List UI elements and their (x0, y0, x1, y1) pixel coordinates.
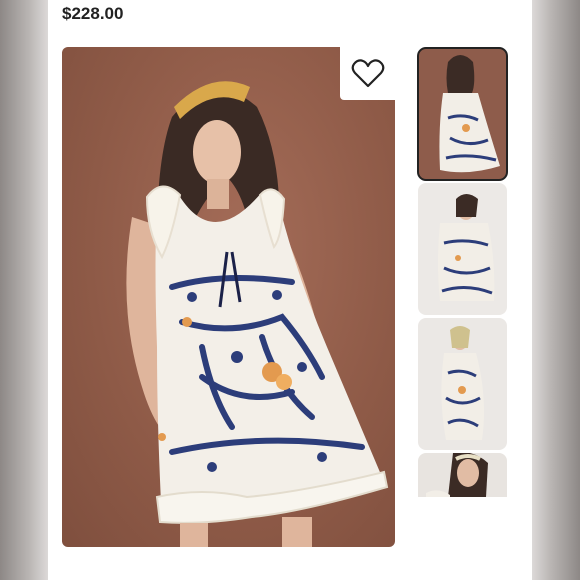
thumbnail-3-image (441, 326, 484, 440)
thumbnail-4-image (426, 453, 488, 497)
heart-outline-icon (351, 58, 384, 87)
right-blur-edge (532, 0, 580, 580)
thumbnail-2[interactable] (418, 183, 507, 315)
favorite-button[interactable] (340, 47, 395, 100)
thumbnail-1-image (439, 55, 500, 173)
thumbnail-2-image (438, 194, 495, 301)
thumbnail-3[interactable] (418, 318, 507, 450)
thumbnail-4[interactable] (418, 453, 507, 497)
thumbnail-1[interactable] (417, 47, 508, 181)
price-label: $228.00 (62, 4, 124, 23)
main-product-image[interactable] (62, 47, 395, 547)
left-blur-edge (0, 0, 48, 580)
dress-illustration (126, 81, 389, 547)
